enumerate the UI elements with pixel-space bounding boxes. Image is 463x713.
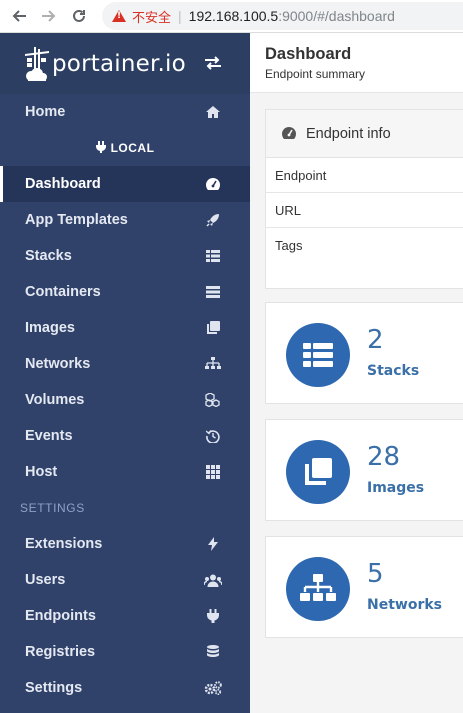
- url-separator: |: [178, 8, 182, 24]
- sidebar-item-volumes[interactable]: Volumes: [0, 382, 250, 418]
- sitemap-icon: [204, 355, 222, 373]
- page-header: Dashboard Endpoint summary: [250, 33, 463, 93]
- sidebar: portainer.io Home LOCAL Dashboard App Te…: [0, 33, 250, 713]
- users-icon: [204, 571, 222, 589]
- stacks-label: Stacks: [367, 363, 420, 379]
- rocket-icon: [204, 211, 222, 229]
- address-bar[interactable]: 不安全 | 192.168.100.5:9000/#/dashboard: [102, 2, 463, 30]
- info-row-endpoint: Endpoint: [266, 158, 463, 193]
- portainer-logo-icon[interactable]: [24, 45, 50, 83]
- sidebar-item-networks[interactable]: Networks: [0, 346, 250, 382]
- info-row-url: URL: [266, 193, 463, 228]
- sidebar-item-app-templates[interactable]: App Templates: [0, 202, 250, 238]
- sidebar-item-dashboard[interactable]: Dashboard: [0, 166, 250, 202]
- sidebar-item-registries[interactable]: Registries: [0, 634, 250, 670]
- sidebar-item-endpoints[interactable]: Endpoints: [0, 598, 250, 634]
- clone-icon: [286, 440, 350, 504]
- sidebar-item-users[interactable]: Users: [0, 562, 250, 598]
- warning-icon: [112, 10, 126, 22]
- sidebar-item-label: Users: [25, 572, 66, 588]
- sidebar-item-label: Events: [25, 428, 73, 444]
- endpoint-name: LOCAL: [110, 141, 155, 155]
- sidebar-item-events[interactable]: Events: [0, 418, 250, 454]
- back-arrow-icon[interactable]: [4, 1, 34, 31]
- url-host: 192.168.100.5: [188, 8, 279, 24]
- tachometer-icon: [204, 175, 222, 193]
- sidebar-item-label: Host: [25, 464, 58, 480]
- clone-icon: [204, 319, 222, 337]
- sidebar-item-host[interactable]: Host: [0, 454, 250, 490]
- page-title: Dashboard: [265, 45, 352, 63]
- forward-arrow-icon[interactable]: [34, 1, 64, 31]
- th-list-icon: [286, 323, 350, 387]
- reload-icon[interactable]: [64, 1, 94, 31]
- sidebar-item-home[interactable]: Home: [0, 94, 250, 130]
- settings-section-title: SETTINGS: [20, 501, 85, 515]
- plug-icon: [95, 140, 106, 156]
- sidebar-item-label: Images: [25, 320, 75, 336]
- sidebar-item-extensions[interactable]: Extensions: [0, 526, 250, 562]
- endpoint-label: LOCAL: [0, 130, 250, 166]
- main-content: Dashboard Endpoint summary Endpoint info…: [250, 33, 463, 713]
- brand-header: portainer.io: [0, 33, 250, 94]
- stacks-widget[interactable]: 2 Stacks: [265, 302, 463, 404]
- sidebar-item-label: Home: [25, 104, 66, 120]
- sidebar-item-label: Settings: [25, 680, 83, 696]
- plug-icon: [204, 607, 222, 625]
- sidebar-item-label: App Templates: [25, 212, 128, 228]
- sidebar-item-containers[interactable]: Containers: [0, 274, 250, 310]
- sidebar-item-images[interactable]: Images: [0, 310, 250, 346]
- sidebar-item-label: Extensions: [25, 536, 103, 552]
- home-icon: [204, 103, 222, 121]
- endpoint-info-header: Endpoint info: [266, 110, 463, 158]
- insecure-label: 不安全: [132, 10, 172, 26]
- bolt-icon: [204, 535, 222, 553]
- images-label: Images: [367, 480, 425, 496]
- th-list-icon: [204, 247, 222, 265]
- sidebar-item-label: Containers: [25, 284, 101, 300]
- networks-label: Networks: [367, 597, 443, 613]
- endpoint-info-title: Endpoint info: [306, 125, 391, 142]
- networks-widget[interactable]: 5 Networks: [265, 536, 463, 638]
- history-icon: [204, 427, 222, 445]
- brand-name[interactable]: portainer.io: [52, 51, 186, 77]
- sidebar-item-settings[interactable]: Settings: [0, 670, 250, 706]
- cubes-icon: [204, 391, 222, 409]
- sidebar-item-label: Stacks: [25, 248, 72, 264]
- sidebar-item-label: Registries: [25, 644, 96, 660]
- endpoint-info-panel: Endpoint info Endpoint URL Tags: [265, 109, 463, 289]
- sidebar-item-label: Endpoints: [25, 608, 96, 624]
- stacks-count: 2: [367, 325, 384, 355]
- sidebar-item-stacks[interactable]: Stacks: [0, 238, 250, 274]
- sidebar-item-label: Networks: [25, 356, 91, 372]
- exchange-icon[interactable]: [204, 54, 222, 75]
- sitemap-icon: [286, 557, 350, 621]
- networks-count: 5: [367, 559, 384, 589]
- sidebar-item-label: Dashboard: [25, 176, 101, 192]
- server-icon: [204, 283, 222, 301]
- database-icon: [204, 643, 222, 661]
- images-count: 28: [367, 442, 401, 472]
- url-path: :9000/#/dashboard: [278, 8, 395, 24]
- sidebar-item-label: Volumes: [25, 392, 85, 408]
- cogs-icon: [204, 679, 222, 697]
- images-widget[interactable]: 28 Images: [265, 419, 463, 521]
- th-icon: [204, 463, 222, 481]
- browser-toolbar: 不安全 | 192.168.100.5:9000/#/dashboard: [0, 0, 463, 33]
- page-subtitle: Endpoint summary: [265, 67, 366, 81]
- tachometer-icon: [281, 126, 297, 142]
- info-row-tags: Tags: [275, 238, 303, 253]
